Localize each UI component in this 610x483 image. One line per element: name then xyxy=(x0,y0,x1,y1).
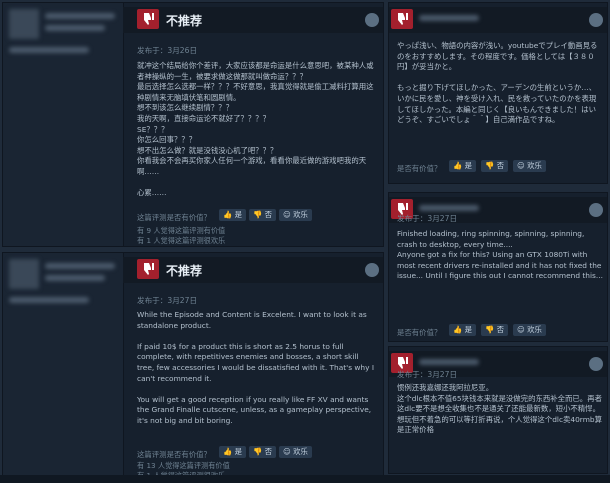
reviewer-name[interactable] xyxy=(419,205,479,211)
steam-icon xyxy=(589,357,603,371)
vote-funny-button[interactable]: ☺ 欢乐 xyxy=(513,160,546,172)
vote-no-button[interactable]: 👎 否 xyxy=(249,209,276,221)
vote-yes-button[interactable]: 👍 是 xyxy=(449,160,476,172)
vote-no-label: 否 xyxy=(496,325,504,334)
vote-no-button[interactable]: 👎 否 xyxy=(481,324,508,336)
vote-funny-button[interactable]: ☺ 欢乐 xyxy=(279,209,312,221)
vote-no-button[interactable]: 👎 否 xyxy=(481,160,508,172)
review-text: While the Episode and Content is Excelen… xyxy=(137,310,375,425)
vote-no-label: 否 xyxy=(264,447,272,456)
vote-funny-label: 欢乐 xyxy=(293,447,308,456)
review-text: やっぱ浅い、物語の内容が浅い。youtubeでプレイ動画見るのをおすすめします。… xyxy=(397,41,598,125)
smile-icon: ☺ xyxy=(283,447,291,456)
helpful-question: 是否有价值？ xyxy=(397,164,442,173)
avatar[interactable] xyxy=(9,9,39,39)
right-review-card-1: やっぱ浅い、物語の内容が浅い。youtubeでプレイ動画見るのをおすすめします。… xyxy=(388,2,608,184)
thumbs-down-small-icon: 👎 xyxy=(485,325,495,334)
review-verdict: 不推荐 xyxy=(166,14,203,28)
review-date: 发布于：3月27日 xyxy=(397,214,458,223)
helpful-count: 有 13 人觉得这篇评测有价值 xyxy=(137,461,230,470)
review-card-1: 不推荐 发布于：3月26日 就冲这个结局给你个差评，大家应该都是命运是什么意思吧… xyxy=(2,2,384,247)
thumbs-down-icon xyxy=(137,9,159,29)
helpful-question: 这篇评测是否有价值？ xyxy=(137,450,211,459)
review-date: 发布于：3月27日 xyxy=(137,296,198,305)
vote-no-label: 否 xyxy=(264,210,272,219)
reviewer-panel xyxy=(3,253,124,480)
helpful-question: 这篇评测是否有价值？ xyxy=(137,213,211,222)
review-text: 惯例还我嘉娜还我阿拉尼亚。 这个dlc根本不值65块钱本来就是没做完的东西补全而… xyxy=(397,383,602,435)
reviewer-name[interactable] xyxy=(419,359,479,365)
vote-yes-button[interactable]: 👍 是 xyxy=(219,446,246,458)
review-card-2: 不推荐 发布于：3月27日 While the Episode and Cont… xyxy=(2,252,384,481)
thumbs-up-icon: 👍 xyxy=(453,161,463,170)
vote-yes-label: 是 xyxy=(464,325,472,334)
reviewer-name[interactable] xyxy=(45,263,115,269)
review-date: 发布于：3月27日 xyxy=(397,370,458,379)
reviewer-name[interactable] xyxy=(45,13,115,19)
review-date: 发布于：3月26日 xyxy=(137,46,198,55)
thumbs-down-small-icon: 👎 xyxy=(485,161,495,170)
vote-yes-label: 是 xyxy=(464,161,472,170)
vote-funny-button[interactable]: ☺ 欢乐 xyxy=(513,324,546,336)
thumbs-up-icon: 👍 xyxy=(453,325,463,334)
review-header xyxy=(123,257,383,283)
reviewer-name[interactable] xyxy=(419,15,479,21)
smile-icon: ☺ xyxy=(517,161,525,170)
thumbs-down-icon xyxy=(391,9,413,29)
reviewer-products xyxy=(45,275,105,281)
thumbs-down-small-icon: 👎 xyxy=(253,447,263,456)
vote-funny-label: 欢乐 xyxy=(527,161,542,170)
vote-yes-button[interactable]: 👍 是 xyxy=(449,324,476,336)
funny-count: 有 1 人觉得这篇评测很欢乐 xyxy=(137,236,226,245)
vote-funny-label: 欢乐 xyxy=(527,325,542,334)
review-text: 就冲这个结局给你个差评，大家应该都是命运是什么意思吧，被某种人或者神操纵的一生，… xyxy=(137,61,374,198)
vote-funny-button[interactable]: ☺ 欢乐 xyxy=(279,446,312,458)
helpful-question: 是否有价值？ xyxy=(397,328,442,337)
review-verdict: 不推荐 xyxy=(166,264,203,278)
avatar[interactable] xyxy=(9,259,39,289)
reviewer-products xyxy=(45,25,105,31)
review-stats: 有 9 人觉得这篇评测有价值 有 1 人觉得这篇评测很欢乐 xyxy=(137,226,225,246)
thumbs-up-icon: 👍 xyxy=(223,210,233,219)
smile-icon: ☺ xyxy=(517,325,525,334)
steam-icon xyxy=(365,263,379,277)
review-header xyxy=(123,7,383,33)
steam-icon xyxy=(589,13,603,27)
vote-yes-label: 是 xyxy=(234,210,242,219)
smile-icon: ☺ xyxy=(283,210,291,219)
steam-icon xyxy=(365,13,379,27)
right-review-card-2: 发布于：3月27日 Finished loading, ring spinnin… xyxy=(388,192,608,342)
steam-icon xyxy=(589,203,603,217)
vote-funny-label: 欢乐 xyxy=(293,210,308,219)
vote-no-label: 否 xyxy=(496,161,504,170)
reviewer-reviews xyxy=(9,297,89,303)
vote-yes-label: 是 xyxy=(234,447,242,456)
vote-no-button[interactable]: 👎 否 xyxy=(249,446,276,458)
reviewer-panel xyxy=(3,3,124,246)
thumbs-down-small-icon: 👎 xyxy=(253,210,263,219)
helpful-count: 有 9 人觉得这篇评测有价值 xyxy=(137,226,226,235)
right-review-card-3: 发布于：3月27日 惯例还我嘉娜还我阿拉尼亚。 这个dlc根本不值65块钱本来就… xyxy=(388,346,608,474)
review-text: Finished loading, ring spinning, spinnin… xyxy=(397,229,603,281)
reviewer-reviews xyxy=(9,47,89,53)
page-footer xyxy=(0,475,610,483)
thumbs-up-icon: 👍 xyxy=(223,447,233,456)
vote-yes-button[interactable]: 👍 是 xyxy=(219,209,246,221)
thumbs-down-icon xyxy=(137,259,159,279)
